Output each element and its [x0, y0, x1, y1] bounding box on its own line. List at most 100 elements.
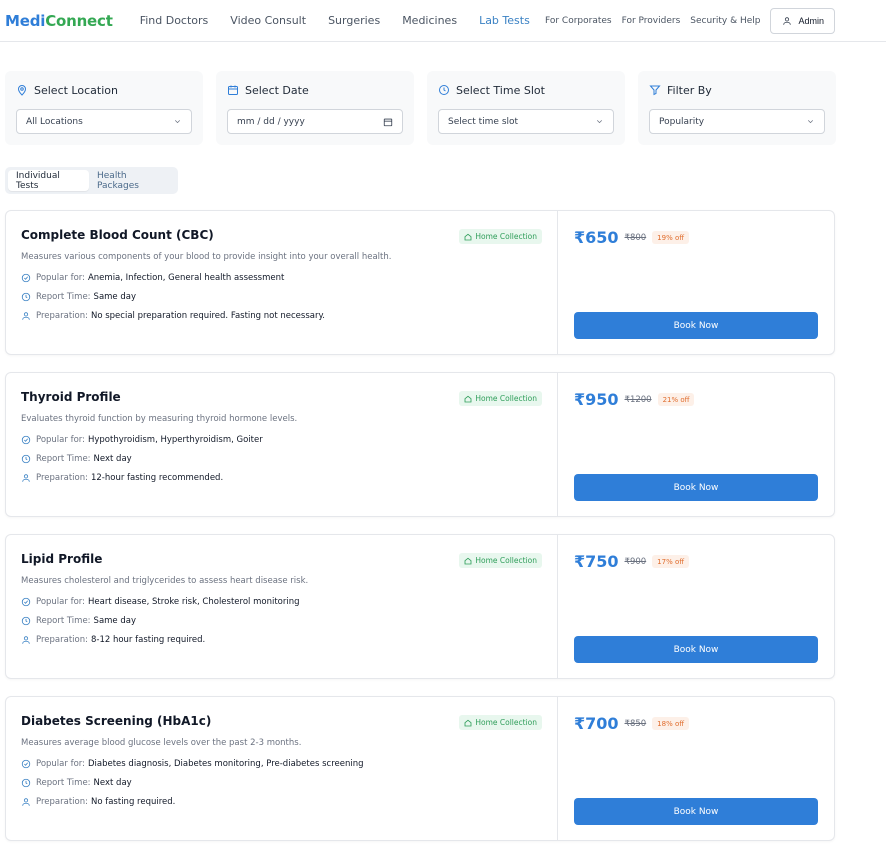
person-icon — [22, 474, 30, 482]
nav-video-consult[interactable]: Video Consult — [230, 14, 306, 27]
map-pin-icon — [17, 85, 27, 96]
person-icon — [22, 798, 30, 806]
detail-report-time: Report Time: Next day — [21, 454, 542, 464]
filter-by-label: Filter By — [649, 82, 825, 98]
top-header: MediConnect Find Doctors Video Consult S… — [0, 0, 886, 42]
book-now-button[interactable]: Book Now — [574, 798, 818, 825]
original-price: ₹900 — [624, 556, 647, 567]
original-price: ₹800 — [624, 232, 647, 243]
report-time-label: Report Time: — [36, 778, 91, 788]
check-circle-icon — [21, 435, 31, 445]
date-input-value: mm / dd / yyyy — [237, 116, 305, 127]
link-for-corporates[interactable]: For Corporates — [545, 16, 612, 26]
filter-time-slot: Select Time Slot Select time slot — [427, 71, 625, 145]
tab-health-packages[interactable]: Health Packages — [89, 170, 175, 191]
filter-date-label: Select Date — [227, 82, 403, 98]
report-time-label: Report Time: — [36, 454, 91, 464]
detail-preparation: Preparation: No fasting required. — [21, 797, 542, 807]
home-icon — [464, 557, 472, 564]
original-price: ₹1200 — [624, 394, 652, 405]
detail-preparation: Preparation: 8-12 hour fasting required. — [21, 635, 542, 645]
current-price: ₹750 — [574, 552, 619, 571]
preparation-value: No fasting required. — [90, 797, 176, 807]
test-card-pricing: ₹750 ₹900 17% off Book Now — [558, 535, 834, 678]
price-row: ₹700 ₹850 18% off — [574, 714, 818, 733]
link-security-help[interactable]: Security & Help — [690, 16, 760, 26]
home-collection-label: Home Collection — [475, 556, 537, 565]
home-collection-badge: Home Collection — [459, 229, 542, 244]
time-slot-select-value: Select time slot — [448, 116, 519, 127]
brand-logo-part1: Medi — [5, 11, 46, 30]
report-time-value: Next day — [93, 454, 132, 464]
nav-medicines[interactable]: Medicines — [402, 14, 457, 27]
detail-preparation: Preparation: 12-hour fasting recommended… — [21, 473, 542, 483]
nav-surgeries[interactable]: Surgeries — [328, 14, 380, 27]
tab-individual-tests[interactable]: Individual Tests — [8, 170, 89, 191]
main-nav: Find Doctors Video Consult Surgeries Med… — [140, 14, 552, 27]
filter-time-text: Select Time Slot — [456, 83, 545, 97]
book-now-button[interactable]: Book Now — [574, 474, 818, 501]
clock-icon — [21, 292, 31, 302]
admin-label: Admin — [798, 15, 824, 26]
nav-find-doctors[interactable]: Find Doctors — [140, 14, 209, 27]
preparation-value: 12-hour fasting recommended. — [90, 473, 224, 483]
filter-date: Select Date mm / dd / yyyy — [216, 71, 414, 145]
price-row: ₹950 ₹1200 21% off — [574, 390, 818, 409]
clock-icon — [21, 616, 31, 626]
detail-popular-for: Popular for: Diabetes diagnosis, Diabete… — [21, 759, 542, 769]
filter-by-select[interactable]: Popularity — [649, 109, 825, 134]
test-card-pricing: ₹700 ₹850 18% off Book Now — [558, 697, 834, 840]
book-now-button[interactable]: Book Now — [574, 312, 818, 339]
clock-icon — [21, 454, 31, 464]
clock-icon — [21, 778, 31, 788]
detail-preparation: Preparation: No special preparation requ… — [21, 311, 542, 321]
test-description: Measures cholesterol and triglycerides t… — [21, 576, 309, 586]
book-now-button[interactable]: Book Now — [574, 636, 818, 663]
report-time-value: Same day — [93, 292, 136, 302]
test-card-info: Thyroid Profile Home Collection Evaluate… — [6, 373, 558, 516]
current-price: ₹650 — [574, 228, 619, 247]
home-icon — [464, 395, 472, 402]
home-collection-badge: Home Collection — [459, 391, 542, 406]
test-card-pricing: ₹650 ₹800 19% off Book Now — [558, 211, 834, 354]
filter-by-text: Filter By — [667, 83, 712, 97]
popular-for-value: Anemia, Infection, General health assess… — [87, 273, 285, 283]
link-for-providers[interactable]: For Providers — [622, 16, 681, 26]
preparation-label: Preparation: — [36, 311, 88, 321]
check-circle-icon — [21, 273, 31, 283]
detail-report-time: Report Time: Same day — [21, 292, 542, 302]
chevron-down-icon — [174, 120, 181, 124]
date-input[interactable]: mm / dd / yyyy — [227, 109, 403, 134]
discount-badge: 17% off — [652, 555, 690, 568]
filter-sort: Filter By Popularity — [638, 71, 836, 145]
test-details: Popular for: Heart disease, Stroke risk,… — [21, 597, 542, 645]
location-select[interactable]: All Locations — [16, 109, 192, 134]
home-collection-badge: Home Collection — [459, 553, 542, 568]
test-card-info: Lipid Profile Home Collection Measures c… — [6, 535, 558, 678]
home-icon — [464, 719, 472, 726]
time-slot-select[interactable]: Select time slot — [438, 109, 614, 134]
preparation-value: No special preparation required. Fasting… — [90, 311, 325, 321]
test-card: Lipid Profile Home Collection Measures c… — [5, 534, 835, 679]
filter-date-text: Select Date — [245, 83, 309, 97]
discount-badge: 21% off — [657, 393, 695, 406]
test-card: Diabetes Screening (HbA1c) Home Collecti… — [5, 696, 835, 841]
test-description: Measures average blood glucose levels ov… — [21, 738, 302, 748]
filter-time-label: Select Time Slot — [438, 82, 614, 98]
report-time-label: Report Time: — [36, 292, 91, 302]
test-description: Evaluates thyroid function by measuring … — [21, 414, 298, 424]
admin-button[interactable]: Admin — [770, 7, 835, 34]
popular-for-label: Popular for: — [36, 435, 85, 445]
popular-for-value: Diabetes diagnosis, Diabetes monitoring,… — [87, 759, 364, 769]
report-time-label: Report Time: — [36, 616, 91, 626]
price-row: ₹650 ₹800 19% off — [574, 228, 818, 247]
preparation-label: Preparation: — [36, 797, 88, 807]
filter-icon — [649, 85, 661, 96]
report-time-value: Same day — [93, 616, 136, 626]
filter-by-select-value: Popularity — [659, 116, 705, 127]
test-card: Thyroid Profile Home Collection Evaluate… — [5, 372, 835, 517]
calendar-picker-icon[interactable] — [383, 117, 393, 127]
nav-lab-tests[interactable]: Lab Tests — [479, 14, 530, 27]
brand-logo[interactable]: MediConnect — [5, 12, 113, 30]
test-details: Popular for: Anemia, Infection, General … — [21, 273, 542, 321]
